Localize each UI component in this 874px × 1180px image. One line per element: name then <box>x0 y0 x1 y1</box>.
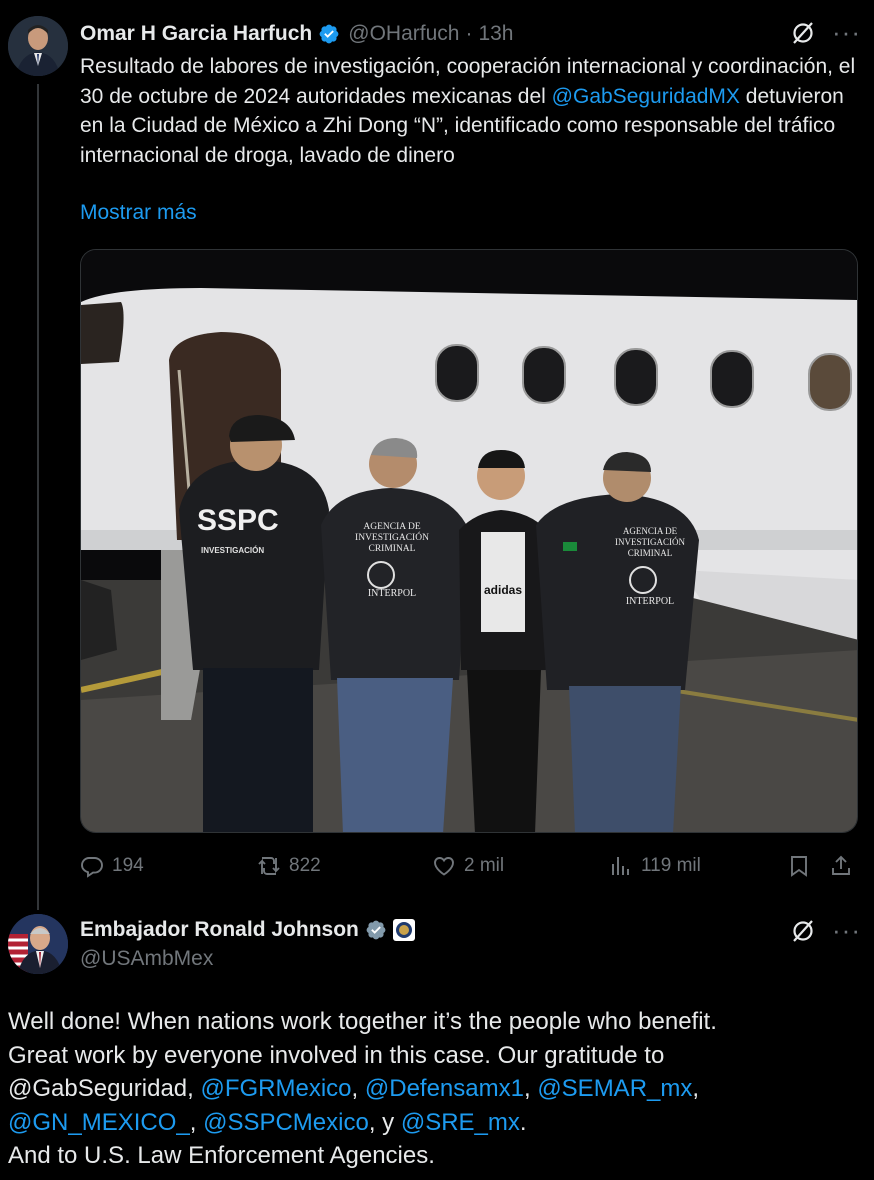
tweet2-line-2: Great work by everyone involved in this … <box>8 1041 665 1069</box>
author-name-2[interactable]: Embajador Ronald Johnson <box>80 918 359 942</box>
bookmark-button[interactable] <box>787 848 819 884</box>
reply-button[interactable]: 194 <box>80 848 144 884</box>
mention-link[interactable]: @GabSeguridadMX <box>552 85 740 108</box>
repost-count: 822 <box>289 855 321 876</box>
author-name[interactable]: Omar H Garcia Harfuch <box>80 22 312 46</box>
share-button[interactable] <box>829 848 861 884</box>
bookmark-icon <box>791 856 807 877</box>
views-count: 119 mil <box>641 855 701 876</box>
mention-fgrmexico[interactable]: @FGRMexico <box>200 1075 351 1102</box>
tweet-actions: 194 822 2 mil 119 mil <box>80 848 860 884</box>
photo-jacket-text-1b: INTERPOL <box>367 588 417 599</box>
avatar-ambassador[interactable] <box>8 914 68 974</box>
tweet2-line-4: @GN_MEXICO_, @SSPCMexico, y @SRE_mx. <box>8 1108 527 1136</box>
like-count: 2 mil <box>464 855 505 876</box>
views-icon <box>612 857 629 875</box>
avatar-omar[interactable] <box>8 16 68 76</box>
tweet-text: Resultado de labores de investigación, c… <box>80 55 856 167</box>
photo-jacket-text-1: AGENCIA DE INVESTIGACIÓN CRIMINAL <box>355 522 429 554</box>
views-button[interactable]: 119 mil <box>609 848 701 884</box>
verified-badge-gray-icon <box>365 919 387 941</box>
photo-sign-sspc: SSPC <box>197 504 279 537</box>
mention-sre-mx[interactable]: @SRE_mx <box>401 1109 520 1136</box>
timestamp[interactable]: 13h <box>478 22 513 46</box>
reply-icon <box>81 857 103 878</box>
mention-gn-mexico[interactable]: @GN_MEXICO_ <box>8 1109 190 1136</box>
photo-scene <box>81 250 857 832</box>
heart-icon <box>434 857 454 876</box>
share-icon <box>832 855 850 875</box>
affiliation-seal-icon[interactable] <box>392 919 415 941</box>
separator-dot: · <box>465 22 473 45</box>
photo-jacket-text-2: AGENCIA DE INVESTIGACIÓN CRIMINAL <box>615 526 685 558</box>
grok-icon-2[interactable] <box>790 918 816 944</box>
verified-badge-icon <box>318 23 340 45</box>
tweet-header: Omar H Garcia Harfuch @OHarfuch · 13h <box>80 18 514 50</box>
show-more-link[interactable]: Mostrar más <box>80 201 197 225</box>
reply-count: 194 <box>112 855 144 876</box>
mention-sspcmexico[interactable]: @SSPCMexico <box>203 1109 369 1136</box>
more-options-icon-2[interactable]: ··· <box>832 917 861 943</box>
author-handle-2[interactable]: @USAmbMex <box>80 947 213 971</box>
author-handle[interactable]: @OHarfuch <box>348 22 459 46</box>
photo-shirt-text: adidas <box>483 583 522 597</box>
more-options-icon[interactable]: ··· <box>832 19 861 45</box>
mention-defensamx1[interactable]: @Defensamx1 <box>365 1075 524 1102</box>
tweet-omar-garcia-harfuch[interactable]: Omar H Garcia Harfuch @OHarfuch · 13h ··… <box>0 0 874 910</box>
tweet2-header: Embajador Ronald Johnson <box>80 914 415 946</box>
photo-jacket-text-2b: INTERPOL <box>625 596 675 607</box>
tweet2-line-1: Well done! When nations work together it… <box>8 1008 717 1035</box>
photo-sign-investigacion: INVESTIGACIÓN <box>201 546 265 555</box>
tweet2-line-5: And to U.S. Law Enforcement Agencies. <box>8 1142 435 1169</box>
tweet2-line-3: @GabSeguridad, @FGRMexico, @Defensamx1, … <box>8 1075 700 1102</box>
thread-line <box>37 84 39 910</box>
repost-icon <box>258 857 280 875</box>
tweet2-text: Well done! When nations work together it… <box>8 1005 868 1173</box>
mention-semar-mx[interactable]: @SEMAR_mx <box>537 1075 692 1102</box>
like-button[interactable]: 2 mil <box>432 848 504 884</box>
grok-icon[interactable] <box>790 20 816 46</box>
repost-button[interactable]: 822 <box>257 848 321 884</box>
tweet-photo[interactable]: SSPC INVESTIGACIÓN AGENCIA DE INVESTIGAC… <box>80 249 858 833</box>
